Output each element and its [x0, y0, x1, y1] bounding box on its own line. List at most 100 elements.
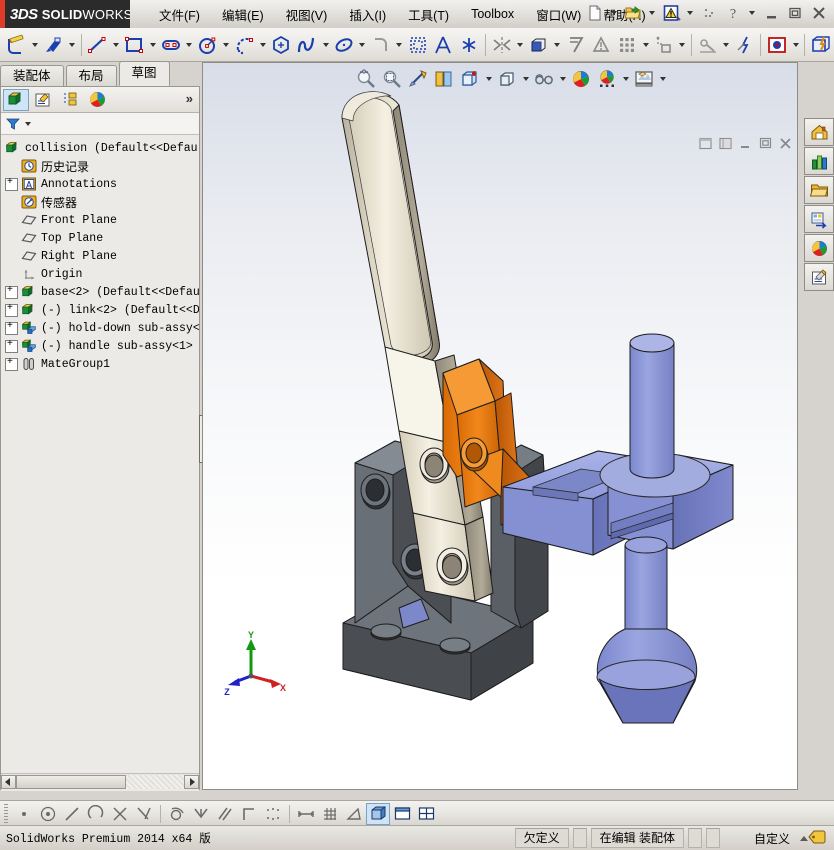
convert-entities-dropdown-icon[interactable]: [552, 32, 563, 58]
home-icon[interactable]: [804, 118, 834, 146]
four-viewport-icon[interactable]: [414, 803, 438, 825]
tree-node-front-plane[interactable]: Front Plane: [5, 211, 199, 229]
menu-view[interactable]: 视图(V): [275, 2, 339, 27]
mirror-entities-icon[interactable]: [489, 32, 515, 58]
menu-window[interactable]: 窗口(W): [525, 2, 592, 27]
repair-sketch-dropdown-icon[interactable]: [721, 32, 732, 58]
circle-dropdown-icon[interactable]: [221, 32, 232, 58]
rapid-sketch-dropdown-icon[interactable]: [790, 32, 801, 58]
hide-show-cube-icon[interactable]: [494, 66, 520, 92]
open-document-dropdown-icon[interactable]: [649, 11, 655, 15]
rectangle-icon[interactable]: [121, 32, 147, 58]
fillet-dropdown-icon[interactable]: [394, 32, 405, 58]
custom-properties-icon[interactable]: [804, 263, 834, 291]
tree-node-hold-down-subassy[interactable]: (-) hold-down sub-assy<1>: [5, 319, 199, 337]
angle-snap-icon[interactable]: [132, 803, 156, 825]
tree-node-handle-subassy[interactable]: (-) handle sub-assy<1> (De: [5, 337, 199, 355]
perpendicular-snap-icon[interactable]: [189, 803, 213, 825]
tangent-snap-icon[interactable]: [165, 803, 189, 825]
tree-node-sensors[interactable]: 传感器: [5, 193, 199, 211]
expand-toggle[interactable]: [5, 285, 18, 299]
smart-dimension-icon[interactable]: [41, 32, 67, 58]
tree-node-collision[interactable]: collision (Default<<Default>: [5, 139, 199, 157]
ellipse-dropdown-icon[interactable]: [357, 32, 368, 58]
slot-dropdown-icon[interactable]: [184, 32, 195, 58]
scroll-track[interactable]: [16, 774, 184, 789]
scroll-right-icon[interactable]: [184, 774, 199, 789]
view-palette-icon[interactable]: [804, 205, 834, 233]
zoom-to-area-icon[interactable]: [379, 66, 405, 92]
section-view-icon[interactable]: [405, 66, 431, 92]
shaded-cube-icon[interactable]: [366, 802, 390, 825]
tree-node-link[interactable]: (-) link<2> (Default<<Defa: [5, 301, 199, 319]
line-dropdown-icon[interactable]: [110, 32, 121, 58]
feature-tree-hscrollbar[interactable]: [1, 773, 199, 789]
graphics-area[interactable]: Y X Z: [202, 62, 798, 790]
text-A-icon[interactable]: [431, 32, 457, 58]
filter-dropdown-icon[interactable]: [25, 121, 31, 126]
slot-icon[interactable]: [158, 32, 184, 58]
glasses-icon[interactable]: [531, 66, 557, 92]
tree-node-mategroup1[interactable]: MateGroup1: [5, 355, 199, 373]
expand-panel-chevron-icon[interactable]: »: [186, 91, 193, 106]
rapid-sketch-icon[interactable]: [764, 32, 790, 58]
tag-icon[interactable]: [808, 829, 826, 848]
question-mark-icon[interactable]: ?: [722, 2, 744, 24]
hv-corner-snap-icon[interactable]: [237, 803, 261, 825]
linear-pattern-dropdown-icon[interactable]: [640, 32, 651, 58]
length-snap-icon[interactable]: [294, 803, 318, 825]
rebuild-dropdown-icon[interactable]: [687, 11, 693, 15]
display-manager-sphere-icon[interactable]: [84, 89, 110, 111]
status-customize-label[interactable]: 自定义: [754, 830, 790, 847]
toggle-clamp-3d-model[interactable]: [203, 63, 798, 790]
move-entities-icon[interactable]: [651, 32, 677, 58]
doc-maximize-icon[interactable]: [717, 135, 733, 151]
linear-sketch-pattern-icon[interactable]: [614, 32, 640, 58]
doc-restore-icon[interactable]: [697, 135, 713, 151]
appearances-sphere-icon[interactable]: [804, 234, 834, 262]
rectangle-dropdown-icon[interactable]: [147, 32, 158, 58]
tab-assembly[interactable]: 装配体: [0, 65, 64, 86]
expand-toggle[interactable]: [5, 303, 18, 317]
view-settings-dropdown-icon[interactable]: [620, 66, 631, 92]
toolbar-grip[interactable]: [4, 803, 8, 824]
configuration-manager-icon[interactable]: [57, 89, 83, 111]
point-asterisk-icon[interactable]: [456, 32, 482, 58]
quick-snaps-icon[interactable]: [732, 32, 758, 58]
polygon-icon[interactable]: [269, 32, 295, 58]
tree-node-history[interactable]: 历史记录: [5, 157, 199, 175]
tree-node-annotations[interactable]: Annotations: [5, 175, 199, 193]
viewport-icon[interactable]: [631, 66, 657, 92]
feature-tree-icon[interactable]: [3, 88, 29, 111]
scroll-left-icon[interactable]: [1, 774, 16, 789]
line-icon[interactable]: [85, 32, 111, 58]
concentric-circle-icon[interactable]: [36, 803, 60, 825]
expand-toggle[interactable]: [5, 177, 18, 191]
smart-dimension-dropdown-icon[interactable]: [67, 32, 78, 58]
relations-icon[interactable]: [589, 32, 615, 58]
scene-sphere-icon[interactable]: [568, 66, 594, 92]
expand-toggle[interactable]: [5, 339, 18, 353]
doc-window-restore-icon[interactable]: [757, 135, 773, 151]
move-entities-dropdown-icon[interactable]: [677, 32, 688, 58]
menu-tools[interactable]: 工具(T): [397, 2, 460, 27]
point-grid-snap-icon[interactable]: [261, 803, 285, 825]
angle-triangle-icon[interactable]: [342, 803, 366, 825]
ellipse-icon[interactable]: [331, 32, 357, 58]
arc-icon[interactable]: [232, 32, 258, 58]
point-dot-icon[interactable]: [12, 803, 36, 825]
appearance-dropdown-icon[interactable]: [557, 66, 568, 92]
options-dots-icon[interactable]: [698, 2, 720, 24]
menu-insert[interactable]: 插入(I): [338, 2, 397, 27]
doc-minimize-icon[interactable]: [737, 135, 753, 151]
restore-icon[interactable]: [784, 2, 806, 24]
display-style-icon[interactable]: [457, 66, 483, 92]
arc-dropdown-icon[interactable]: [258, 32, 269, 58]
convert-entities-icon[interactable]: [526, 32, 552, 58]
arc-quick-snap-icon[interactable]: [84, 803, 108, 825]
intersection-x-icon[interactable]: [108, 803, 132, 825]
repair-sketch-icon[interactable]: [695, 32, 721, 58]
offset-entities-icon[interactable]: [563, 32, 589, 58]
pencil-sketch-icon[interactable]: [4, 32, 30, 58]
doc-close-icon[interactable]: [777, 135, 793, 151]
